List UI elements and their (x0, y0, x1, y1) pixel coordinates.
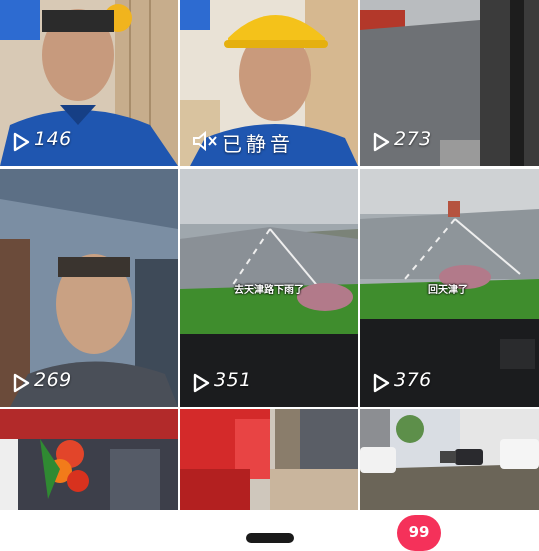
video-thumbnail[interactable]: 去天津路下雨了 351 (180, 169, 358, 407)
play-icon (373, 132, 390, 152)
muted-icon (193, 130, 217, 152)
view-count: 376 (394, 369, 432, 391)
video-grid: 146 已静音 273 269 去天津路下雨了 351 回天津了 376 (0, 0, 539, 510)
play-icon (13, 373, 30, 393)
video-thumbnail[interactable]: 回天津了 376 (360, 169, 539, 407)
thumbnail-image (0, 409, 178, 510)
video-subtitle: 去天津路下雨了 (234, 285, 304, 296)
play-icon (13, 132, 30, 152)
view-count: 351 (214, 369, 252, 391)
notification-badge[interactable]: 99 (397, 515, 441, 551)
play-icon (193, 373, 210, 393)
view-count: 146 (34, 128, 72, 150)
video-thumbnail[interactable] (0, 409, 178, 510)
thumbnail-image (360, 409, 539, 510)
video-thumbnail[interactable] (360, 409, 539, 510)
video-subtitle: 回天津了 (428, 285, 468, 296)
video-thumbnail[interactable]: 269 (0, 169, 178, 407)
video-thumbnail[interactable] (180, 409, 358, 510)
view-count: 273 (394, 128, 432, 150)
video-thumbnail[interactable]: 146 (0, 0, 178, 166)
video-thumbnail[interactable]: 已静音 (180, 0, 358, 166)
home-indicator[interactable] (246, 533, 294, 543)
view-count: 269 (34, 369, 72, 391)
thumbnail-image (180, 409, 358, 510)
video-thumbnail[interactable]: 273 (360, 0, 539, 166)
muted-label: 已静音 (222, 132, 294, 156)
play-icon (373, 373, 390, 393)
